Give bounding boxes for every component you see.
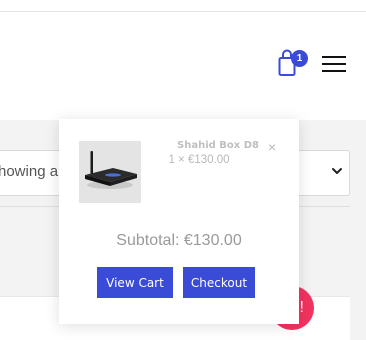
cart-count-badge: 1	[291, 50, 308, 67]
product-thumbnail[interactable]	[79, 141, 141, 203]
product-quantity-price: 1 × €130.00	[168, 154, 230, 166]
mini-cart-dropdown: Shahid Box D8 1 × €130.00 × Subtotal: €1…	[59, 119, 299, 324]
view-cart-button[interactable]: View Cart	[97, 267, 173, 298]
sort-select-value: howing a	[0, 163, 59, 180]
site-header	[0, 12, 366, 120]
checkout-button[interactable]: Checkout	[183, 267, 255, 298]
remove-item-button[interactable]: ×	[268, 139, 276, 155]
chevron-down-icon	[332, 168, 342, 174]
hamburger-menu-icon	[322, 56, 346, 58]
top-strip	[0, 0, 366, 12]
cart-subtotal: Subtotal: €130.00	[116, 232, 242, 249]
product-name-link[interactable]: Shahid Box D8	[159, 140, 259, 151]
tv-box-image	[79, 141, 141, 203]
menu-button[interactable]	[322, 53, 348, 75]
